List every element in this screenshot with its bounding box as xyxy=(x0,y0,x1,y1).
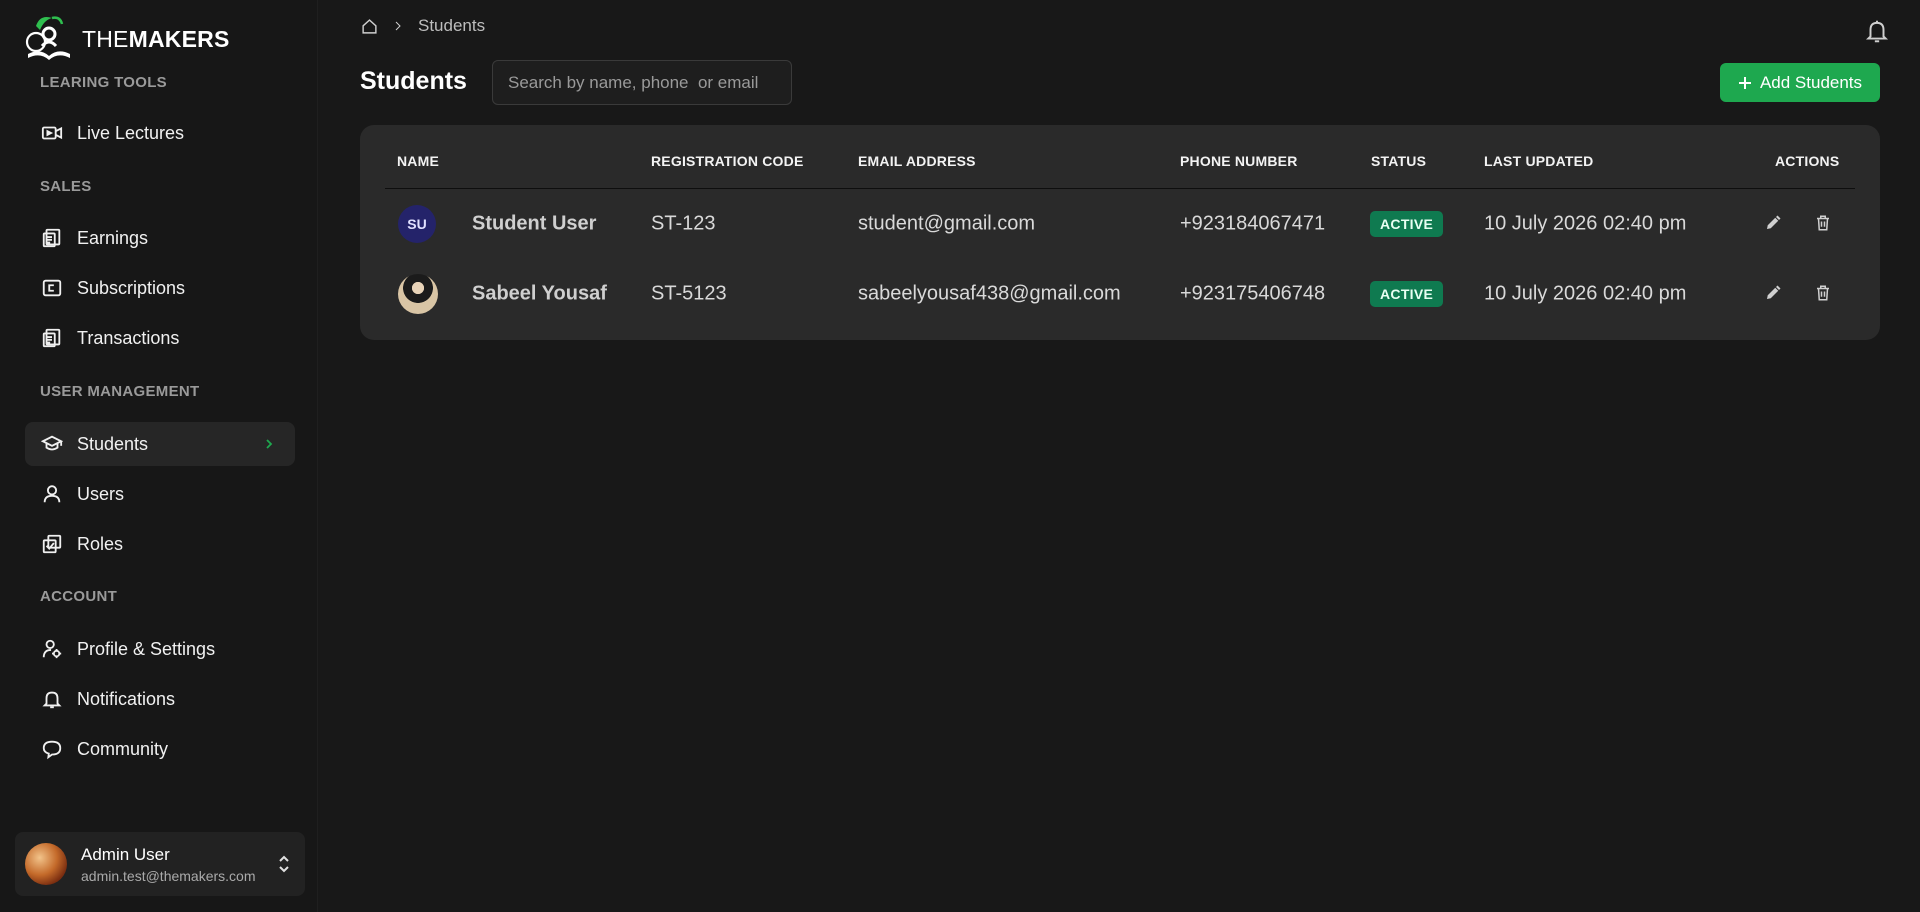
column-header-email[interactable]: EMAIL ADDRESS xyxy=(858,153,976,169)
sidebar: THEMAKERS LEARING TOOLS Live Lectures SA… xyxy=(0,0,318,912)
breadcrumb-current[interactable]: Students xyxy=(418,16,485,36)
sidebar-item-label: Roles xyxy=(77,533,124,554)
graduation-cap-icon xyxy=(41,435,63,451)
email-address: student@gmail.com xyxy=(858,212,1036,235)
user-icon xyxy=(43,485,61,503)
pencil-icon xyxy=(1767,215,1781,229)
brand-name: THEMAKERS xyxy=(82,26,229,53)
brand-name-bold: MAKERS xyxy=(128,25,230,52)
section-label-account: ACCOUNT xyxy=(40,588,118,605)
avatar: SU xyxy=(398,205,436,243)
roles-icon xyxy=(42,534,62,554)
sidebar-item-earnings[interactable]: Earnings xyxy=(25,216,295,260)
video-camera-icon xyxy=(41,126,63,140)
sidebar-item-label: Students xyxy=(77,433,149,454)
card-icon xyxy=(42,279,62,297)
sidebar-item-label: Community xyxy=(77,738,169,759)
status-badge: ACTIVE xyxy=(1370,211,1444,237)
last-updated: 10 July 2026 02:40 pm xyxy=(1484,212,1687,235)
current-user-email: admin.test@themakers.com xyxy=(81,867,256,884)
receipt-icon xyxy=(42,228,61,248)
email-address: sabeelyousaf438@gmail.com xyxy=(858,282,1121,305)
table-row[interactable]: SU Student User ST-123 student@gmail.com… xyxy=(360,189,1880,259)
sidebar-item-label: Live Lectures xyxy=(77,122,185,143)
sidebar-item-transactions[interactable]: Transactions xyxy=(25,316,295,360)
user-settings-icon xyxy=(42,639,62,659)
notifications-bell-icon[interactable] xyxy=(1864,18,1890,44)
bell-icon xyxy=(42,691,62,709)
sidebar-item-roles[interactable]: Roles xyxy=(25,522,295,566)
avatar xyxy=(25,843,67,885)
logo-icon xyxy=(25,16,70,60)
brand-logo[interactable]: THEMAKERS xyxy=(22,12,229,66)
column-header-status[interactable]: STATUS xyxy=(1371,153,1426,169)
pencil-icon xyxy=(1767,285,1781,299)
sidebar-item-label: Subscriptions xyxy=(77,277,186,298)
home-icon[interactable] xyxy=(361,18,378,35)
chat-bubble-icon xyxy=(42,740,62,760)
chevron-up-down-icon xyxy=(279,855,289,873)
receipt-icon xyxy=(42,328,61,348)
trash-icon xyxy=(1817,215,1829,231)
sidebar-item-students[interactable]: Students xyxy=(25,422,295,466)
sidebar-item-label: Transactions xyxy=(77,327,180,348)
trash-icon xyxy=(1817,285,1829,301)
avatar xyxy=(398,274,438,314)
sidebar-item-subscriptions[interactable]: Subscriptions xyxy=(25,266,295,310)
sidebar-item-notifications[interactable]: Notifications xyxy=(25,677,295,721)
student-name: Sabeel Yousaf xyxy=(472,282,607,305)
brand-name-light: THE xyxy=(82,25,129,52)
table-row[interactable]: Sabeel Yousaf ST-5123 sabeelyousaf438@gm… xyxy=(360,259,1880,329)
edit-button[interactable] xyxy=(1764,284,1784,304)
sidebar-item-community[interactable]: Community xyxy=(25,727,295,771)
sidebar-item-label: Notifications xyxy=(77,688,176,709)
add-students-button[interactable]: Add Students xyxy=(1720,63,1880,102)
registration-code: ST-5123 xyxy=(651,282,727,305)
sidebar-item-label: Users xyxy=(77,483,125,504)
delete-button[interactable] xyxy=(1814,214,1834,234)
last-updated: 10 July 2026 02:40 pm xyxy=(1484,282,1687,305)
sidebar-item-profile-settings[interactable]: Profile & Settings xyxy=(25,627,295,671)
page-title: Students xyxy=(360,67,467,95)
registration-code: ST-123 xyxy=(651,212,716,235)
column-header-last-updated[interactable]: LAST UPDATED xyxy=(1484,153,1593,169)
search-input[interactable] xyxy=(492,60,792,105)
student-name: Student User xyxy=(472,212,597,235)
section-label-learning-tools: LEARING TOOLS xyxy=(40,74,167,91)
sidebar-item-label: Profile & Settings xyxy=(77,638,216,659)
column-header-actions: ACTIONS xyxy=(1775,153,1840,169)
chevron-right-icon xyxy=(395,21,401,31)
plus-icon xyxy=(1738,76,1751,89)
add-students-label: Add Students xyxy=(1759,72,1863,92)
edit-button[interactable] xyxy=(1764,214,1784,234)
students-table: NAME REGISTRATION CODE EMAIL ADDRESS PHO… xyxy=(360,125,1880,340)
section-label-sales: SALES xyxy=(40,178,92,195)
phone-number: +923184067471 xyxy=(1180,212,1326,235)
section-label-user-management: USER MANAGEMENT xyxy=(40,383,200,400)
current-user-name: Admin User xyxy=(81,844,170,864)
current-user-meta: Admin User admin.test@themakers.com xyxy=(81,845,256,884)
sidebar-item-live-lectures[interactable]: Live Lectures xyxy=(25,111,295,155)
column-header-phone[interactable]: PHONE NUMBER xyxy=(1180,153,1298,169)
sidebar-item-users[interactable]: Users xyxy=(25,472,295,516)
column-header-registration-code[interactable]: REGISTRATION CODE xyxy=(651,153,803,169)
status-badge: ACTIVE xyxy=(1370,281,1444,307)
breadcrumb: Students xyxy=(361,16,485,36)
chevron-right-icon xyxy=(266,439,273,449)
sidebar-item-label: Earnings xyxy=(77,227,149,248)
delete-button[interactable] xyxy=(1814,284,1834,304)
current-user-card[interactable]: Admin User admin.test@themakers.com xyxy=(15,832,305,896)
column-header-name[interactable]: NAME xyxy=(397,153,439,169)
phone-number: +923175406748 xyxy=(1180,282,1326,305)
